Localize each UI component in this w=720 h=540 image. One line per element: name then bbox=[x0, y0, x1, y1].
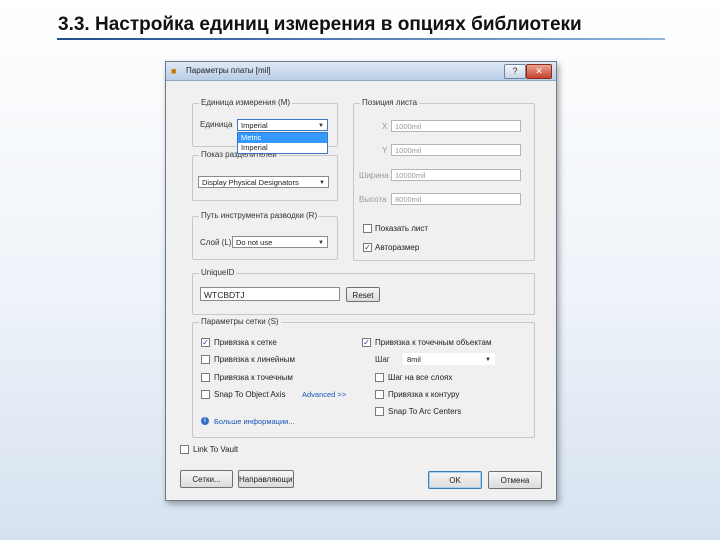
snap-to-board-outline-checkbox[interactable] bbox=[375, 390, 384, 399]
unique-id-field[interactable]: WTCBDTJ bbox=[200, 287, 340, 301]
guides-button[interactable]: Направляющие... bbox=[238, 470, 294, 488]
snap-group-legend: Параметры сетки (S) bbox=[199, 317, 281, 326]
snap-to-objects-checkbox[interactable]: ✓ bbox=[362, 338, 371, 347]
show-sheet-checkbox[interactable] bbox=[363, 224, 372, 233]
show-sheet-label: Показать лист bbox=[375, 224, 429, 233]
layer-label: Слой (L) bbox=[200, 238, 232, 247]
snap-to-grid-checkbox[interactable]: ✓ bbox=[201, 338, 210, 347]
more-info-link[interactable]: Больше информации... bbox=[214, 417, 295, 426]
snap-to-all-layers-label: Шаг на все слоях bbox=[388, 373, 453, 382]
sheet-y-label: Y bbox=[382, 146, 388, 155]
snap-to-object-axis-checkbox[interactable] bbox=[201, 390, 210, 399]
help-button[interactable]: ? bbox=[504, 64, 526, 79]
close-button[interactable]: ✕ bbox=[526, 64, 552, 79]
sheet-height-field[interactable]: 8000mil bbox=[391, 193, 521, 205]
sheet-x-field[interactable]: 1000mil bbox=[391, 120, 521, 132]
pcb-board-icon: ■ bbox=[171, 66, 177, 76]
units-label: Единица bbox=[200, 120, 233, 129]
route-tool-group-legend: Путь инструмента разводки (R) bbox=[199, 211, 320, 220]
units-selected-value: Imperial bbox=[241, 121, 268, 130]
ok-button[interactable]: OK bbox=[428, 471, 482, 489]
sheet-width-field[interactable]: 10000mil bbox=[391, 169, 521, 181]
board-options-dialog: ■ Параметры платы [mil] ? ✕ Единица изме… bbox=[165, 61, 557, 501]
snap-to-board-outline-label: Привязка к контуру bbox=[388, 390, 460, 399]
step-selected-value: 8mil bbox=[407, 355, 421, 364]
units-option-imperial[interactable]: Imperial bbox=[238, 143, 327, 153]
sheet-y-field[interactable]: 1000mil bbox=[391, 144, 521, 156]
route-layer-selected-value: Do not use bbox=[236, 238, 273, 247]
chevron-down-icon[interactable]: ▼ bbox=[319, 177, 325, 189]
autosize-checkbox[interactable]: ✓ bbox=[363, 243, 372, 252]
reset-button[interactable]: Reset bbox=[346, 287, 380, 302]
checkmark-icon: ✓ bbox=[202, 338, 209, 347]
slide-title: 3.3. Настройка единиц измерения в опциях… bbox=[58, 14, 582, 35]
dialog-title: Параметры платы [mil] bbox=[186, 66, 271, 75]
sheet-x-label: X bbox=[382, 122, 388, 131]
snap-to-linear-label: Привязка к линейным bbox=[214, 355, 296, 364]
dialog-titlebar[interactable]: ■ Параметры платы [mil] ? ✕ bbox=[166, 62, 556, 81]
snap-to-object-axis-label: Snap To Object Axis bbox=[214, 390, 286, 399]
advanced-link[interactable]: Advanced >> bbox=[302, 390, 346, 399]
units-group-legend: Единица измерения (M) bbox=[199, 98, 293, 107]
step-label: Шаг bbox=[375, 355, 390, 364]
sheet-height-label: Высота bbox=[359, 195, 387, 204]
link-to-vault-checkbox[interactable] bbox=[180, 445, 189, 454]
snap-to-point-label: Привязка к точечным bbox=[214, 373, 293, 382]
chevron-down-icon[interactable]: ▼ bbox=[485, 354, 491, 366]
route-layer-select[interactable]: Do not use ▼ bbox=[232, 236, 328, 248]
title-underline bbox=[57, 38, 665, 40]
step-select[interactable]: 8mil ▼ bbox=[403, 353, 495, 365]
snap-to-arc-centers-label: Snap To Arc Centers bbox=[388, 407, 462, 416]
snap-to-arc-centers-checkbox[interactable] bbox=[375, 407, 384, 416]
checkmark-icon: ✓ bbox=[364, 243, 371, 252]
cancel-button[interactable]: Отмена bbox=[488, 471, 542, 489]
checkmark-icon: ✓ bbox=[363, 338, 370, 347]
snap-to-grid-label: Привязка к сетке bbox=[214, 338, 277, 347]
autosize-label: Авторазмер bbox=[375, 243, 420, 252]
designator-selected-value: Display Physical Designators bbox=[202, 178, 299, 187]
designator-select[interactable]: Display Physical Designators ▼ bbox=[198, 176, 329, 188]
chevron-down-icon[interactable]: ▼ bbox=[318, 237, 324, 249]
units-option-metric[interactable]: Metric bbox=[238, 133, 327, 143]
sheet-position-legend: Позиция листа bbox=[360, 98, 420, 107]
grids-button[interactable]: Сетки... bbox=[180, 470, 233, 488]
snap-to-all-layers-checkbox[interactable] bbox=[375, 373, 384, 382]
sheet-width-label: Ширина bbox=[359, 171, 389, 180]
units-select[interactable]: Imperial ▼ bbox=[237, 119, 328, 131]
link-to-vault-label: Link To Vault bbox=[193, 445, 239, 454]
unique-id-legend: UniqueID bbox=[199, 268, 237, 277]
info-icon: i bbox=[201, 417, 209, 425]
snap-to-linear-checkbox[interactable] bbox=[201, 355, 210, 364]
snap-to-point-checkbox[interactable] bbox=[201, 373, 210, 382]
chevron-down-icon[interactable]: ▼ bbox=[318, 120, 324, 132]
snap-to-objects-label: Привязка к точечным объектам bbox=[375, 338, 492, 347]
units-dropdown-list: Metric Imperial bbox=[237, 132, 328, 154]
